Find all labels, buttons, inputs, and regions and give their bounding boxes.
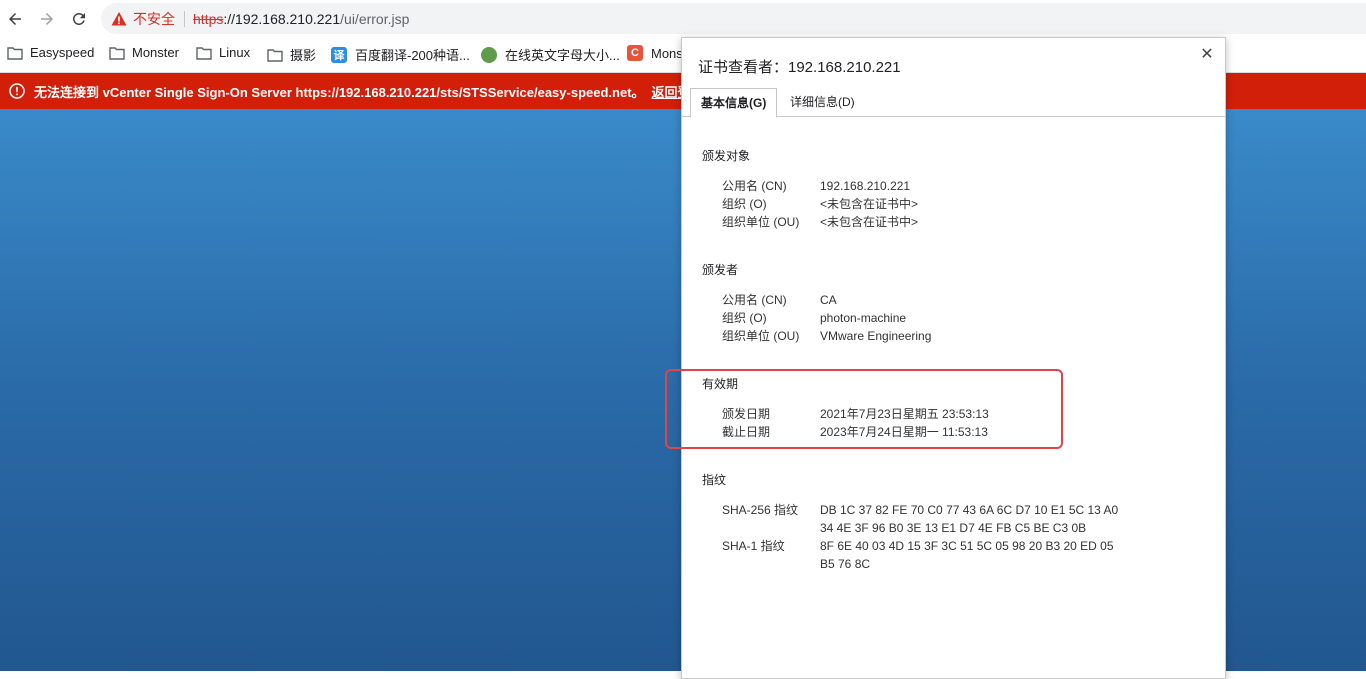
- arrow-right-icon: [41, 13, 53, 25]
- field-label: 组织 (O): [722, 311, 767, 325]
- url-host: ://192.168.210.221: [223, 10, 341, 27]
- c-favicon-icon: C: [627, 45, 643, 61]
- bookmark-label: Linux: [219, 45, 251, 60]
- field-label: 组织单位 (OU): [722, 329, 800, 343]
- certificate-viewer-dialog: 证书查看者：192.168.210.221 ✕ 基本信息(G) 详细信息(D) …: [681, 37, 1226, 679]
- field-value: VMware Engineering: [820, 329, 932, 343]
- url-scheme: https: [193, 10, 224, 27]
- frog-favicon-icon: [481, 46, 497, 63]
- dialog-tabs: 基本信息(G) 详细信息(D): [682, 88, 1225, 118]
- arrow-left-icon: [9, 13, 21, 25]
- field-value: <未包含在证书中>: [820, 197, 919, 211]
- validity-highlight-box: [665, 369, 1063, 449]
- reload-button[interactable]: [67, 7, 91, 31]
- error-icon: [9, 83, 25, 99]
- fingerprints-heading: 指纹: [702, 473, 727, 487]
- issued-to-cn-row: 公用名 (CN) 192.168.210.221: [722, 177, 1120, 195]
- url-path: /ui/error.jsp: [340, 10, 410, 27]
- reload-icon: [72, 12, 85, 25]
- field-label: 公用名 (CN): [722, 293, 787, 307]
- dialog-title: 证书查看者：192.168.210.221: [698, 59, 901, 76]
- bookmark-baidu-translate[interactable]: 译 百度翻译-200种语...: [331, 45, 470, 64]
- bookmark-mons[interactable]: C Mons: [627, 45, 683, 61]
- folder-icon: [267, 48, 283, 62]
- field-label: 组织单位 (OU): [722, 215, 800, 229]
- tab-details[interactable]: 详细信息(D): [780, 88, 865, 116]
- bookmark-label: 百度翻译-200种语...: [355, 48, 470, 63]
- error-message: 无法连接到 vCenter Single Sign-On Server http…: [34, 84, 645, 100]
- bookmark-linux[interactable]: Linux: [196, 45, 250, 60]
- bookmark-case-converter[interactable]: 在线英文字母大小...: [481, 45, 620, 64]
- forward-button[interactable]: [35, 7, 59, 31]
- bookmark-monster[interactable]: Monster: [109, 45, 179, 60]
- issued-to-ou-row: 组织单位 (OU) <未包含在证书中>: [722, 213, 1120, 231]
- field-label: 组织 (O): [722, 197, 767, 211]
- field-value: photon-machine: [820, 311, 907, 325]
- not-secure-label[interactable]: 不安全: [133, 9, 175, 29]
- field-value: CA: [820, 293, 837, 307]
- sha1-row: SHA-1 指纹 8F 6E 40 03 4D 15 3F 3C 51 5C 05…: [722, 537, 1120, 573]
- bookmark-easyspeed[interactable]: Easyspeed: [7, 45, 94, 60]
- bookmark-label: 在线英文字母大小...: [505, 48, 620, 63]
- omnibox-divider: [184, 10, 185, 27]
- address-bar[interactable]: 不安全 https://192.168.210.221/ui/error.jsp: [101, 3, 1366, 34]
- folder-icon: [7, 46, 23, 60]
- field-value: 192.168.210.221: [820, 179, 911, 193]
- field-label: SHA-256 指纹: [722, 503, 799, 517]
- issued-by-o-row: 组织 (O) photon-machine: [722, 309, 1120, 327]
- issued-to-heading: 颁发对象: [702, 149, 751, 163]
- folder-icon: [196, 46, 212, 60]
- field-value: 8F 6E 40 03 4D 15 3F 3C 51 5C 05 98 20 B…: [820, 539, 1114, 571]
- folder-icon: [109, 46, 125, 60]
- field-value: <未包含在证书中>: [820, 215, 919, 229]
- bookmark-label: Monster: [132, 45, 179, 60]
- bookmark-label: Mons: [651, 45, 683, 61]
- back-button[interactable]: [3, 7, 27, 31]
- bookmark-photography[interactable]: 摄影: [267, 45, 316, 64]
- field-value: DB 1C 37 82 FE 70 C0 77 43 6A 6C D7 10 E…: [820, 503, 1119, 535]
- issued-to-o-row: 组织 (O) <未包含在证书中>: [722, 195, 1120, 213]
- browser-toolbar: 不安全 https://192.168.210.221/ui/error.jsp: [0, 0, 1366, 37]
- warning-icon: [111, 11, 127, 25]
- field-label: 公用名 (CN): [722, 179, 787, 193]
- issued-by-heading: 颁发者: [702, 263, 739, 277]
- sha256-row: SHA-256 指纹 DB 1C 37 82 FE 70 C0 77 43 6A …: [722, 501, 1120, 537]
- issued-by-cn-row: 公用名 (CN) CA: [722, 291, 1120, 309]
- translate-favicon-icon: 译: [331, 46, 347, 63]
- bookmark-label: 摄影: [290, 48, 317, 63]
- close-icon[interactable]: ✕: [1197, 44, 1217, 64]
- field-label: SHA-1 指纹: [722, 539, 785, 553]
- issued-by-ou-row: 组织单位 (OU) VMware Engineering: [722, 327, 1120, 345]
- tab-general[interactable]: 基本信息(G): [690, 88, 778, 118]
- bookmark-label: Easyspeed: [30, 45, 95, 60]
